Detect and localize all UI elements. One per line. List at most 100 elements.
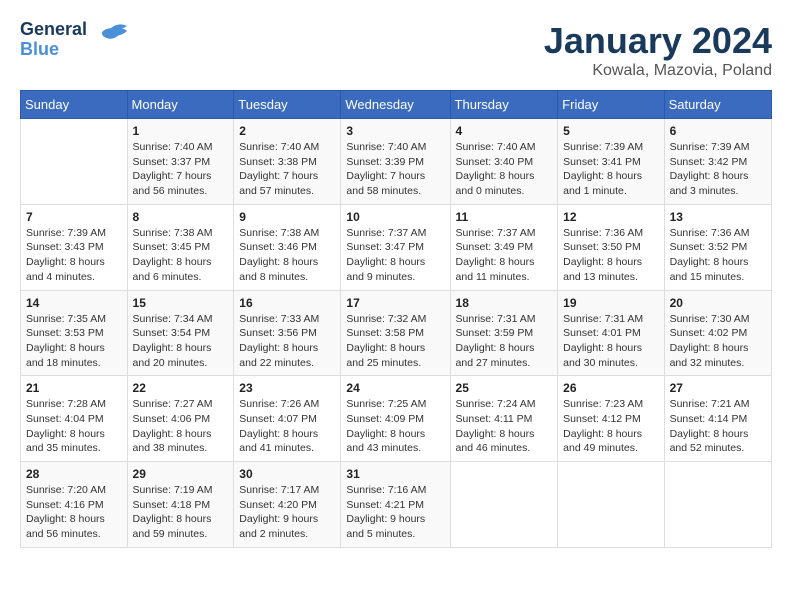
day-number: 6 [670, 124, 766, 138]
day-info: Sunrise: 7:20 AM Sunset: 4:16 PM Dayligh… [26, 483, 122, 542]
day-number: 20 [670, 296, 766, 310]
day-number: 13 [670, 210, 766, 224]
calendar-cell [664, 462, 771, 548]
day-info: Sunrise: 7:35 AM Sunset: 3:53 PM Dayligh… [26, 312, 122, 371]
calendar-cell: 7Sunrise: 7:39 AM Sunset: 3:43 PM Daylig… [21, 204, 128, 290]
day-info: Sunrise: 7:16 AM Sunset: 4:21 PM Dayligh… [346, 483, 444, 542]
day-number: 1 [133, 124, 229, 138]
day-number: 24 [346, 381, 444, 395]
calendar-cell: 16 Sunrise: 7:33 AM Sunset: 3:56 PM Dayli… [234, 290, 341, 376]
calendar-cell: 8 Sunrise: 7:38 AM Sunset: 3:45 PM Daylig… [127, 204, 234, 290]
logo-general-text: General [20, 20, 87, 40]
calendar-cell: 12 Sunrise: 7:36 AM Sunset: 3:50 PM Dayli… [558, 204, 664, 290]
day-info: Sunrise: 7:28 AM Sunset: 4:04 PM Dayligh… [26, 397, 122, 456]
day-number: 15 [133, 296, 229, 310]
calendar-cell: 24 Sunrise: 7:25 AM Sunset: 4:09 PM Dayli… [341, 376, 450, 462]
day-number: 3 [346, 124, 444, 138]
calendar-cell: 31 Sunrise: 7:16 AM Sunset: 4:21 PM Dayli… [341, 462, 450, 548]
month-title: January 2024 [544, 20, 772, 62]
calendar-cell [450, 462, 558, 548]
calendar-cell: 5 Sunrise: 7:39 AM Sunset: 3:41 PM Daylig… [558, 119, 664, 205]
calendar-cell: 22Sunrise: 7:27 AM Sunset: 4:06 PM Dayli… [127, 376, 234, 462]
logo-text-wrapper: General Blue [20, 20, 131, 60]
calendar-cell: 3 Sunrise: 7:40 AM Sunset: 3:39 PM Daylig… [341, 119, 450, 205]
day-info: Sunrise: 7:17 AM Sunset: 4:20 PM Dayligh… [239, 483, 335, 542]
day-info: Sunrise: 7:39 AM Sunset: 3:41 PM Dayligh… [563, 140, 658, 199]
day-number: 25 [456, 381, 553, 395]
calendar-cell: 15 Sunrise: 7:34 AM Sunset: 3:54 PM Dayli… [127, 290, 234, 376]
logo-bird-icon [91, 20, 131, 60]
day-info: Sunrise: 7:23 AM Sunset: 4:12 PM Dayligh… [563, 397, 658, 456]
day-number: 26 [563, 381, 658, 395]
day-number: 5 [563, 124, 658, 138]
week-row-3: 14Sunrise: 7:35 AM Sunset: 3:53 PM Dayli… [21, 290, 772, 376]
day-info: Sunrise: 7:34 AM Sunset: 3:54 PM Dayligh… [133, 312, 229, 371]
day-number: 29 [133, 467, 229, 481]
day-info: Sunrise: 7:30 AM Sunset: 4:02 PM Dayligh… [670, 312, 766, 371]
day-info: Sunrise: 7:38 AM Sunset: 3:46 PM Dayligh… [239, 226, 335, 285]
day-number: 21 [26, 381, 122, 395]
page-header: General Blue January 2024 Kowala, Mazovi… [20, 20, 772, 80]
calendar-cell [21, 119, 128, 205]
day-number: 16 [239, 296, 335, 310]
weekday-header-monday: Monday [127, 91, 234, 119]
day-info: Sunrise: 7:33 AM Sunset: 3:56 PM Dayligh… [239, 312, 335, 371]
day-number: 12 [563, 210, 658, 224]
calendar-cell: 19 Sunrise: 7:31 AM Sunset: 4:01 PM Dayli… [558, 290, 664, 376]
day-number: 22 [133, 381, 229, 395]
day-info: Sunrise: 7:21 AM Sunset: 4:14 PM Dayligh… [670, 397, 766, 456]
day-number: 9 [239, 210, 335, 224]
day-info: Sunrise: 7:26 AM Sunset: 4:07 PM Dayligh… [239, 397, 335, 456]
day-info: Sunrise: 7:37 AM Sunset: 3:47 PM Dayligh… [346, 226, 444, 285]
calendar-cell: 17Sunrise: 7:32 AM Sunset: 3:58 PM Dayli… [341, 290, 450, 376]
day-info: Sunrise: 7:36 AM Sunset: 3:52 PM Dayligh… [670, 226, 766, 285]
day-number: 17 [346, 296, 444, 310]
day-info: Sunrise: 7:38 AM Sunset: 3:45 PM Dayligh… [133, 226, 229, 285]
day-info: Sunrise: 7:40 AM Sunset: 3:39 PM Dayligh… [346, 140, 444, 199]
logo-wordmark: General Blue [20, 20, 87, 60]
day-number: 8 [133, 210, 229, 224]
calendar-cell: 2 Sunrise: 7:40 AM Sunset: 3:38 PM Daylig… [234, 119, 341, 205]
day-number: 2 [239, 124, 335, 138]
weekday-header-thursday: Thursday [450, 91, 558, 119]
calendar-cell [558, 462, 664, 548]
day-info: Sunrise: 7:39 AM Sunset: 3:43 PM Dayligh… [26, 226, 122, 285]
day-number: 10 [346, 210, 444, 224]
calendar-cell: 26 Sunrise: 7:23 AM Sunset: 4:12 PM Dayli… [558, 376, 664, 462]
calendar-cell: 25Sunrise: 7:24 AM Sunset: 4:11 PM Dayli… [450, 376, 558, 462]
day-info: Sunrise: 7:25 AM Sunset: 4:09 PM Dayligh… [346, 397, 444, 456]
day-info: Sunrise: 7:40 AM Sunset: 3:37 PM Dayligh… [133, 140, 229, 199]
day-info: Sunrise: 7:40 AM Sunset: 3:38 PM Dayligh… [239, 140, 335, 199]
calendar-cell: 4 Sunrise: 7:40 AM Sunset: 3:40 PM Daylig… [450, 119, 558, 205]
calendar-cell: 11Sunrise: 7:37 AM Sunset: 3:49 PM Dayli… [450, 204, 558, 290]
weekday-header-sunday: Sunday [21, 91, 128, 119]
week-row-1: 1 Sunrise: 7:40 AM Sunset: 3:37 PM Daylig… [21, 119, 772, 205]
day-number: 19 [563, 296, 658, 310]
day-info: Sunrise: 7:31 AM Sunset: 4:01 PM Dayligh… [563, 312, 658, 371]
day-number: 11 [456, 210, 553, 224]
calendar-cell: 13 Sunrise: 7:36 AM Sunset: 3:52 PM Dayli… [664, 204, 771, 290]
calendar-cell: 18 Sunrise: 7:31 AM Sunset: 3:59 PM Dayli… [450, 290, 558, 376]
day-number: 27 [670, 381, 766, 395]
logo-blue-text: Blue [20, 40, 87, 60]
day-number: 18 [456, 296, 553, 310]
calendar-cell: 28 Sunrise: 7:20 AM Sunset: 4:16 PM Dayli… [21, 462, 128, 548]
day-info: Sunrise: 7:19 AM Sunset: 4:18 PM Dayligh… [133, 483, 229, 542]
day-info: Sunrise: 7:31 AM Sunset: 3:59 PM Dayligh… [456, 312, 553, 371]
calendar-cell: 30Sunrise: 7:17 AM Sunset: 4:20 PM Dayli… [234, 462, 341, 548]
calendar-cell: 20 Sunrise: 7:30 AM Sunset: 4:02 PM Dayli… [664, 290, 771, 376]
calendar-cell: 21 Sunrise: 7:28 AM Sunset: 4:04 PM Dayli… [21, 376, 128, 462]
weekday-header-row: SundayMondayTuesdayWednesdayThursdayFrid… [21, 91, 772, 119]
day-number: 23 [239, 381, 335, 395]
day-info: Sunrise: 7:39 AM Sunset: 3:42 PM Dayligh… [670, 140, 766, 199]
logo: General Blue [20, 20, 131, 60]
weekday-header-wednesday: Wednesday [341, 91, 450, 119]
day-info: Sunrise: 7:36 AM Sunset: 3:50 PM Dayligh… [563, 226, 658, 285]
location: Kowala, Mazovia, Poland [544, 62, 772, 80]
day-number: 4 [456, 124, 553, 138]
day-number: 28 [26, 467, 122, 481]
day-number: 31 [346, 467, 444, 481]
week-row-2: 7Sunrise: 7:39 AM Sunset: 3:43 PM Daylig… [21, 204, 772, 290]
day-info: Sunrise: 7:40 AM Sunset: 3:40 PM Dayligh… [456, 140, 553, 199]
weekday-header-saturday: Saturday [664, 91, 771, 119]
